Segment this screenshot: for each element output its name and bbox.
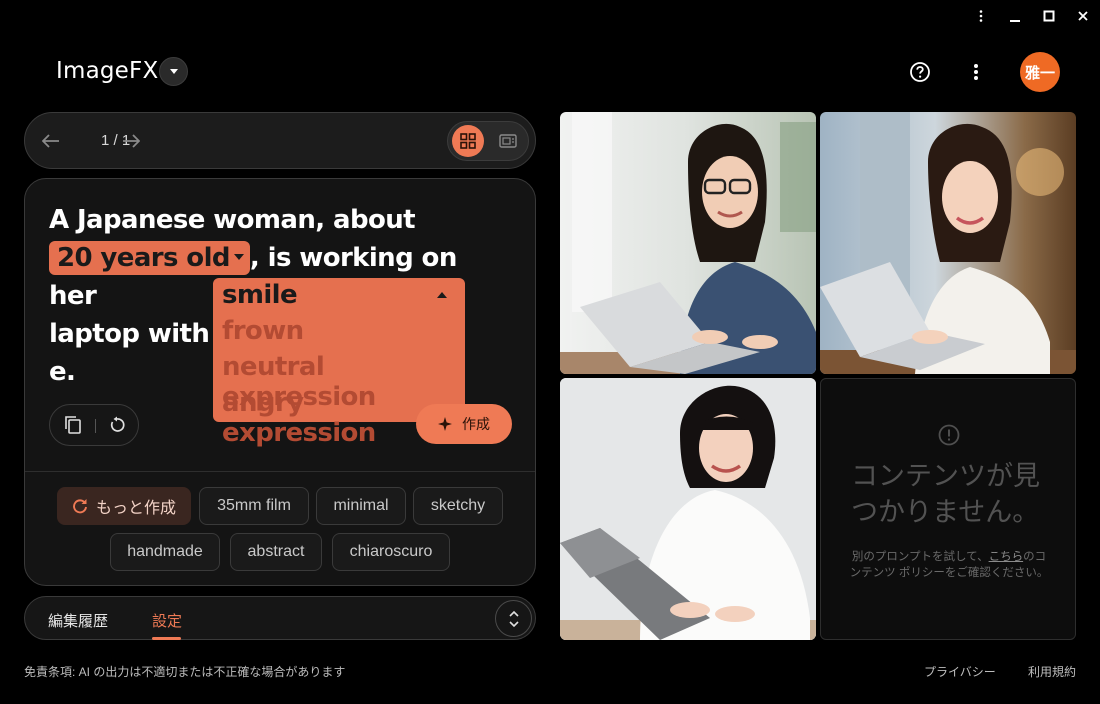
- more-vert-icon: [974, 64, 978, 80]
- chip-chiaroscuro[interactable]: chiaroscuro: [332, 533, 450, 571]
- dropdown-option[interactable]: frown: [222, 316, 304, 346]
- window-controls: [964, 0, 1100, 32]
- chevron-down-icon: [233, 253, 244, 260]
- expression-dropdown: smile frown neutral expression angry exp…: [213, 278, 465, 448]
- prompt-tools: [49, 404, 139, 446]
- create-button[interactable]: 作成: [416, 404, 512, 444]
- generated-image-1[interactable]: [560, 112, 816, 374]
- grid-icon: [460, 133, 476, 149]
- maximize-icon[interactable]: [1032, 0, 1066, 32]
- chevron-up-icon[interactable]: [437, 292, 447, 298]
- disclaimer: 免責条項: AI の出力は不適切または不正確な場合があります: [24, 665, 346, 679]
- avatar[interactable]: 雅一: [1020, 52, 1060, 92]
- chip-handmade[interactable]: handmade: [110, 533, 220, 571]
- empty-result-tile: コンテンツが見つかりません。 別のプロンプトを試して、こちらのコンテンツ ポリシ…: [820, 378, 1076, 640]
- app-title: ImageFX: [56, 58, 159, 84]
- error-icon: [938, 424, 960, 446]
- more-create-chip[interactable]: もっと作成: [57, 487, 191, 525]
- more-options-button[interactable]: [962, 58, 990, 86]
- view-toggle: [447, 121, 529, 161]
- prompt-card: A Japanese woman, about 20 years old, is …: [24, 178, 536, 586]
- divider: [95, 419, 96, 433]
- sparkle-icon: [438, 417, 452, 431]
- carousel-icon: [499, 134, 517, 148]
- help-button[interactable]: [906, 58, 934, 86]
- minimize-icon[interactable]: [998, 0, 1032, 32]
- previous-button[interactable]: [39, 129, 63, 153]
- arrow-left-icon: [42, 134, 59, 148]
- refresh-icon: [73, 499, 87, 514]
- grid-view-button[interactable]: [452, 125, 484, 157]
- app-switcher-button[interactable]: [159, 57, 188, 86]
- copy-button[interactable]: [62, 414, 84, 436]
- divider: [25, 471, 535, 472]
- generated-image-3[interactable]: [560, 378, 816, 640]
- empty-description: 別のプロンプトを試して、こちらのコンテンツ ポリシーをご確認ください。: [849, 549, 1049, 581]
- close-icon[interactable]: [1066, 0, 1100, 32]
- chip-35mm-film[interactable]: 35mm film: [199, 487, 309, 525]
- bottom-tabbar: 編集履歴 設定: [24, 596, 536, 640]
- chip-minimal[interactable]: minimal: [316, 487, 406, 525]
- empty-title: コンテンツが見つかりません。: [851, 461, 1040, 528]
- copy-icon: [65, 416, 81, 434]
- chevron-down-icon: [169, 68, 178, 74]
- dropdown-selected[interactable]: smile: [222, 280, 298, 310]
- chip-abstract[interactable]: abstract: [230, 533, 322, 571]
- tab-history[interactable]: 編集履歴: [48, 610, 108, 631]
- unfold-icon: [508, 610, 519, 627]
- expand-button[interactable]: [495, 600, 532, 637]
- arrow-right-icon: [123, 134, 140, 148]
- prompt-chip-label: 20 years old: [57, 243, 231, 273]
- active-tab-indicator: [152, 637, 181, 640]
- prompt-segment: e.: [49, 357, 76, 387]
- desc-text: 別のプロンプトを試して、: [851, 551, 989, 563]
- window-menu-icon[interactable]: [964, 0, 998, 32]
- help-icon: [910, 62, 930, 82]
- chip-label: もっと作成: [95, 500, 176, 517]
- create-label: 作成: [462, 416, 490, 432]
- tab-settings[interactable]: 設定: [152, 610, 182, 631]
- next-button[interactable]: [119, 129, 143, 153]
- terms-link[interactable]: 利用規約: [1028, 663, 1076, 680]
- generated-image-2[interactable]: [820, 112, 1076, 374]
- prompt-chip-age[interactable]: 20 years old: [49, 241, 250, 275]
- single-view-button[interactable]: [492, 125, 524, 157]
- reset-button[interactable]: [106, 414, 128, 436]
- refresh-icon: [110, 416, 125, 432]
- pager-bar: 1 / 1: [24, 112, 536, 169]
- chip-sketchy[interactable]: sketchy: [413, 487, 503, 525]
- policy-link[interactable]: こちら: [989, 551, 1024, 563]
- prompt-line-1: A Japanese woman, about: [49, 205, 416, 235]
- privacy-link[interactable]: プライバシー: [924, 663, 996, 680]
